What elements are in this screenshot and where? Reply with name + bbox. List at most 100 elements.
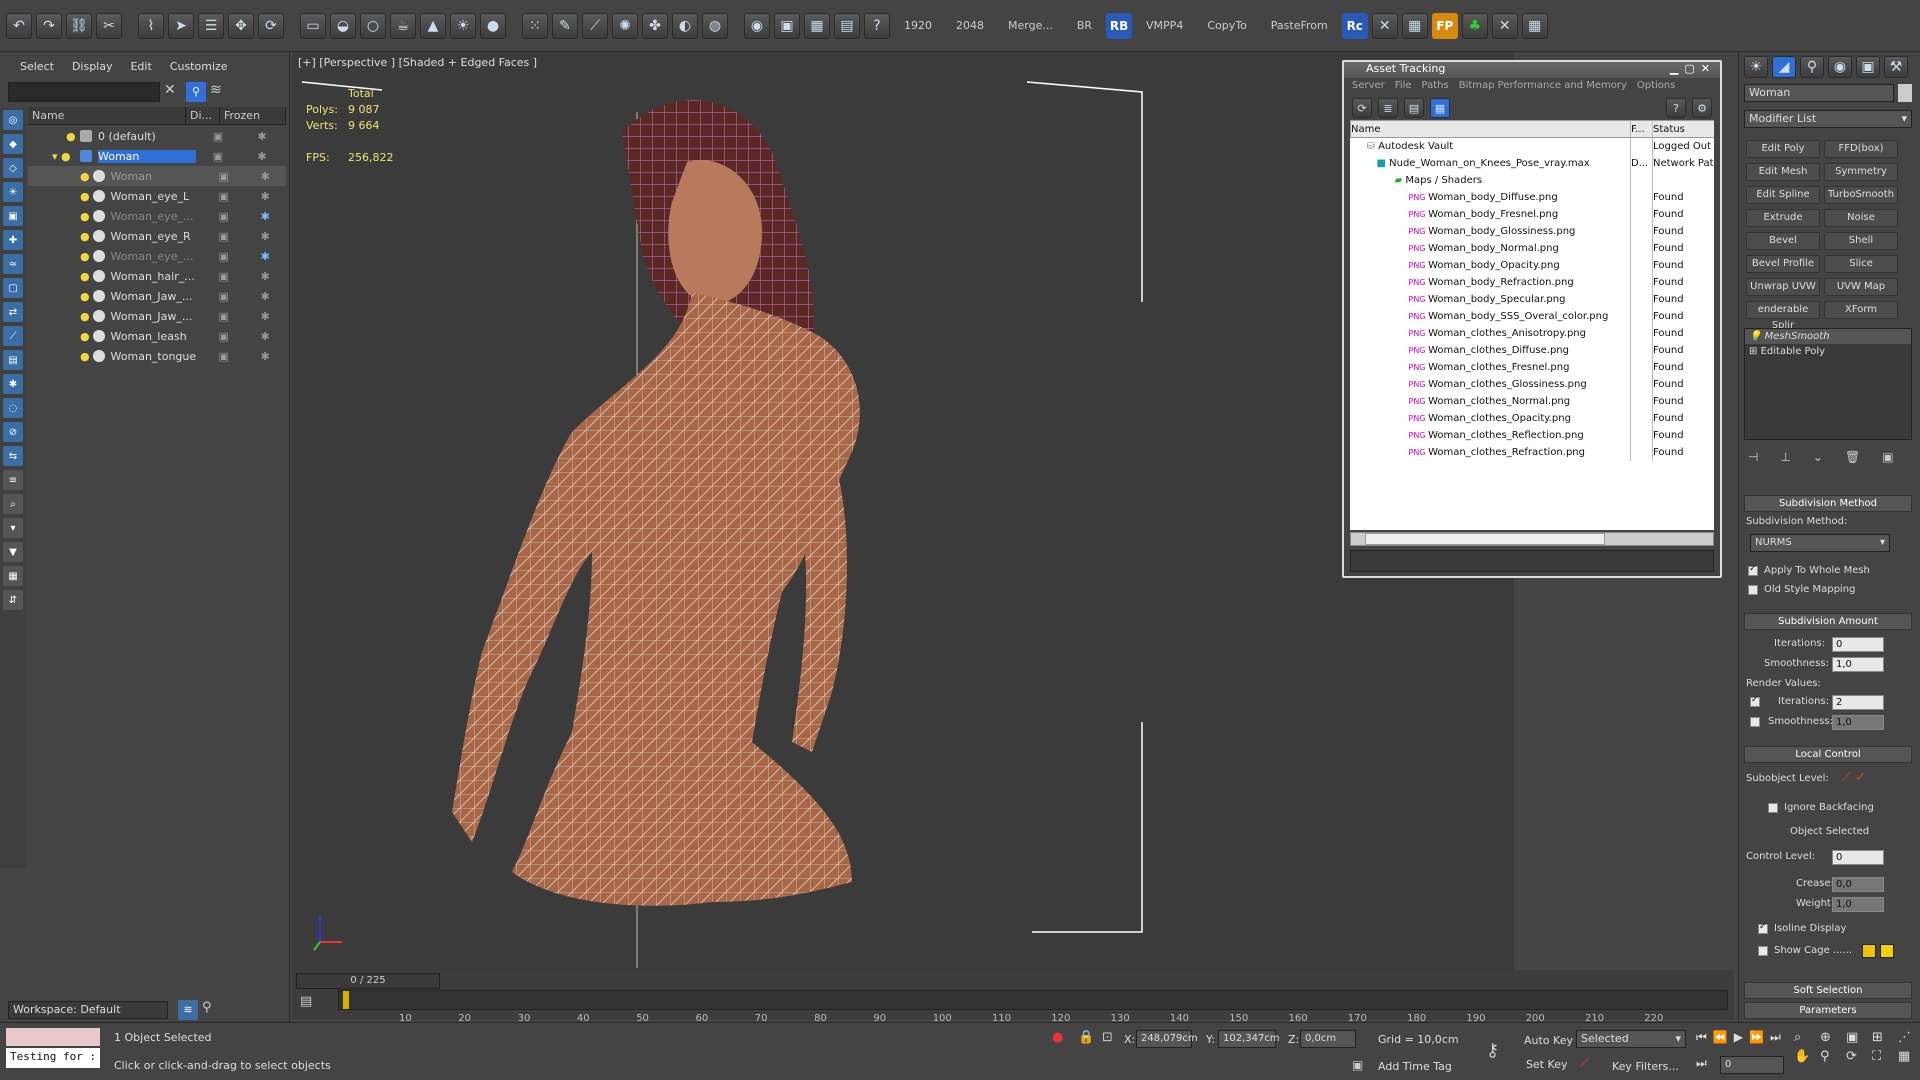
walkthrough-icon[interactable]: ⚲ [1820, 1049, 1842, 1064]
rc-button[interactable]: Rc [1341, 12, 1368, 39]
display-icon[interactable]: ▣ [196, 130, 240, 143]
play-icon[interactable]: ▶ [1734, 1030, 1743, 1045]
display-cameras-icon[interactable]: ▣ [3, 206, 23, 226]
cone-icon[interactable]: ▲ [420, 12, 446, 39]
lightbulb-icon[interactable]: 💡 [1749, 331, 1761, 342]
unwrap-uvw-button[interactable]: Unwrap UVW [1746, 278, 1820, 296]
vmpp4-button[interactable]: VMPP4 [1136, 19, 1193, 32]
display-xrefs-icon[interactable]: ⇄ [3, 302, 23, 322]
light-bulb-icon[interactable]: ● [66, 130, 80, 143]
light-bulb-icon[interactable]: ● [80, 250, 93, 263]
renderable-spline-button[interactable]: enderable Splir [1746, 301, 1820, 331]
display-helpers-icon[interactable]: ✚ [3, 230, 23, 250]
display-frozen-icon[interactable]: ✱ [3, 374, 23, 394]
render-iterations-checkbox[interactable] [1750, 695, 1760, 707]
object-name-field[interactable]: Woman [1744, 84, 1894, 102]
particles-icon[interactable]: ⁙ [522, 12, 548, 39]
light-bulb-icon[interactable]: ● [80, 170, 93, 183]
tree-icon[interactable]: ♣ [1461, 12, 1488, 39]
list-item[interactable]: ● 0 (default) ▣ ✱ [28, 126, 286, 146]
material-icon[interactable]: ● [480, 12, 506, 39]
list-item[interactable]: ● Woman_hair_... ▣ ✱ [28, 266, 286, 286]
layers-icon[interactable]: ▤ [834, 12, 860, 39]
freeze-icon[interactable]: ✱ [245, 290, 287, 303]
teapot-icon[interactable]: ☕ [390, 12, 416, 39]
bevel-profile-button[interactable]: Bevel Profile [1746, 255, 1820, 273]
list-item[interactable]: ● Woman_leash ▣ ✱ [28, 326, 286, 346]
object-color-swatch[interactable] [1898, 84, 1912, 102]
list-item[interactable]: ● Woman_Jaw_... ▣ ✱ [28, 286, 286, 306]
curve-editor-icon[interactable]: ▤ [300, 994, 312, 1009]
list-item[interactable]: ● Woman ▣ ✱ [28, 166, 286, 186]
viewport-label[interactable]: [+] [Perspective ] [Shaded + Edged Faces… [298, 56, 537, 69]
hdri-icon[interactable]: ◐ [672, 12, 698, 39]
table-view-icon[interactable]: ▦ [1430, 98, 1450, 118]
minimize-icon[interactable]: ▁ [1670, 62, 1684, 75]
light-bulb-icon[interactable]: ● [80, 210, 93, 223]
motion-tab-icon[interactable]: ◉ [1828, 56, 1852, 78]
freeze-icon[interactable]: ✱ [240, 150, 284, 163]
cage-color-swatch-2[interactable] [1880, 944, 1894, 958]
layer-manager-icon[interactable]: ▦ [3, 566, 23, 586]
previous-frame-icon[interactable]: ⏪ [1713, 1030, 1728, 1045]
smoothness-spinner[interactable]: 1,0 [1832, 657, 1884, 672]
table-row[interactable]: PNG Woman_body_Opacity.png Found [1350, 256, 1714, 274]
freeze-icon[interactable]: ✱ [245, 310, 287, 323]
utilities-tab-icon[interactable]: ⚒ [1884, 56, 1908, 78]
explorer-hierarchy-icon[interactable]: ⚲ [202, 1000, 212, 1015]
menu-file[interactable]: File [1395, 80, 1412, 94]
bone-icon[interactable]: ⟋ [582, 12, 608, 39]
time-tag-icon[interactable]: ▣ [1352, 1058, 1363, 1072]
make-unique-icon[interactable]: ⌄ [1813, 450, 1823, 464]
create-tab-icon[interactable]: ☀ [1744, 56, 1768, 78]
rotate-icon[interactable]: ⟳ [258, 12, 284, 39]
table-row[interactable]: ⛁ Autodesk Vault Logged Out [1350, 137, 1714, 155]
table-row[interactable]: ■ Nude_Woman_on_Knees_Pose_vray.max D... N… [1350, 154, 1714, 172]
menu-bitmap[interactable]: Bitmap Performance and Memory [1459, 80, 1627, 94]
rb-button[interactable]: RB [1106, 12, 1133, 39]
table-row[interactable]: PNG Woman_body_SSS_Overal_color.png Found [1350, 307, 1714, 325]
settings-icon[interactable]: ⚙ [1692, 98, 1712, 118]
light-bulb-icon[interactable]: ● [80, 190, 93, 203]
display-icon[interactable]: ▣ [203, 190, 245, 203]
isolate-selection-icon[interactable]: ● [1052, 1030, 1063, 1045]
edit-spline-button[interactable]: Edit Spline [1746, 186, 1820, 204]
grid-icon[interactable]: ▦ [1521, 12, 1548, 39]
display-icon[interactable]: ▣ [203, 270, 245, 283]
next-frame-icon[interactable]: ⏩ [1749, 1030, 1764, 1045]
weight-spinner[interactable]: 1,0 [1832, 897, 1884, 912]
display-icon[interactable]: ▣ [203, 210, 245, 223]
configure-sets-icon[interactable]: ▣ [1882, 450, 1893, 464]
display-icon[interactable]: ▣ [203, 350, 245, 363]
display-icon[interactable]: ▣ [203, 330, 245, 343]
scrollbar-thumb[interactable] [1365, 533, 1605, 545]
explorer-layer-icon[interactable]: ≋ [178, 1000, 198, 1020]
render-globe-icon[interactable]: ◉ [744, 12, 770, 39]
layers-toggle-icon[interactable]: ≋ [210, 82, 222, 98]
z-coordinate-field[interactable]: 0,0cm [1300, 1030, 1356, 1048]
table-row[interactable]: PNG Woman_clothes_Fresnel.png Found [1350, 358, 1714, 376]
apply-whole-mesh-checkbox[interactable] [1748, 564, 1758, 576]
key-selection-dropdown[interactable]: Selected ▾ [1576, 1030, 1686, 1048]
ignore-backfacing-checkbox[interactable] [1768, 803, 1778, 813]
light-bulb-icon[interactable]: ● [80, 310, 93, 323]
sort-icon[interactable]: ≡ [3, 470, 23, 490]
extrude-button[interactable]: Extrude [1746, 209, 1820, 227]
col-name[interactable]: Name [28, 107, 186, 124]
edit-poly-button[interactable]: Edit Poly [1746, 140, 1820, 158]
freeze-icon[interactable]: ✱ [245, 210, 287, 223]
pan-icon[interactable]: ✋ [1794, 1049, 1816, 1064]
find-icon[interactable]: ⌕ [3, 494, 23, 514]
display-geometry-icon[interactable]: ◆ [3, 134, 23, 154]
display-all-icon[interactable]: ◎ [3, 110, 23, 130]
freeze-icon[interactable]: ✱ [245, 250, 287, 263]
slice-button[interactable]: Slice [1824, 255, 1898, 273]
refresh-icon[interactable]: ⟳ [1352, 98, 1372, 118]
display-icon[interactable]: ▣ [203, 170, 245, 183]
list-item[interactable]: ● Woman_eye_... ▣ ✱ [28, 206, 286, 226]
noise-button[interactable]: Noise [1824, 209, 1898, 227]
go-to-start-icon[interactable]: ⏮ [1696, 1030, 1707, 1045]
dialog-titlebar[interactable]: Asset Tracking ▁▢✕ [1344, 62, 1720, 78]
list-item[interactable]: ● Woman_eye_R ▣ ✱ [28, 226, 286, 246]
menu-edit[interactable]: Edit [130, 60, 151, 73]
